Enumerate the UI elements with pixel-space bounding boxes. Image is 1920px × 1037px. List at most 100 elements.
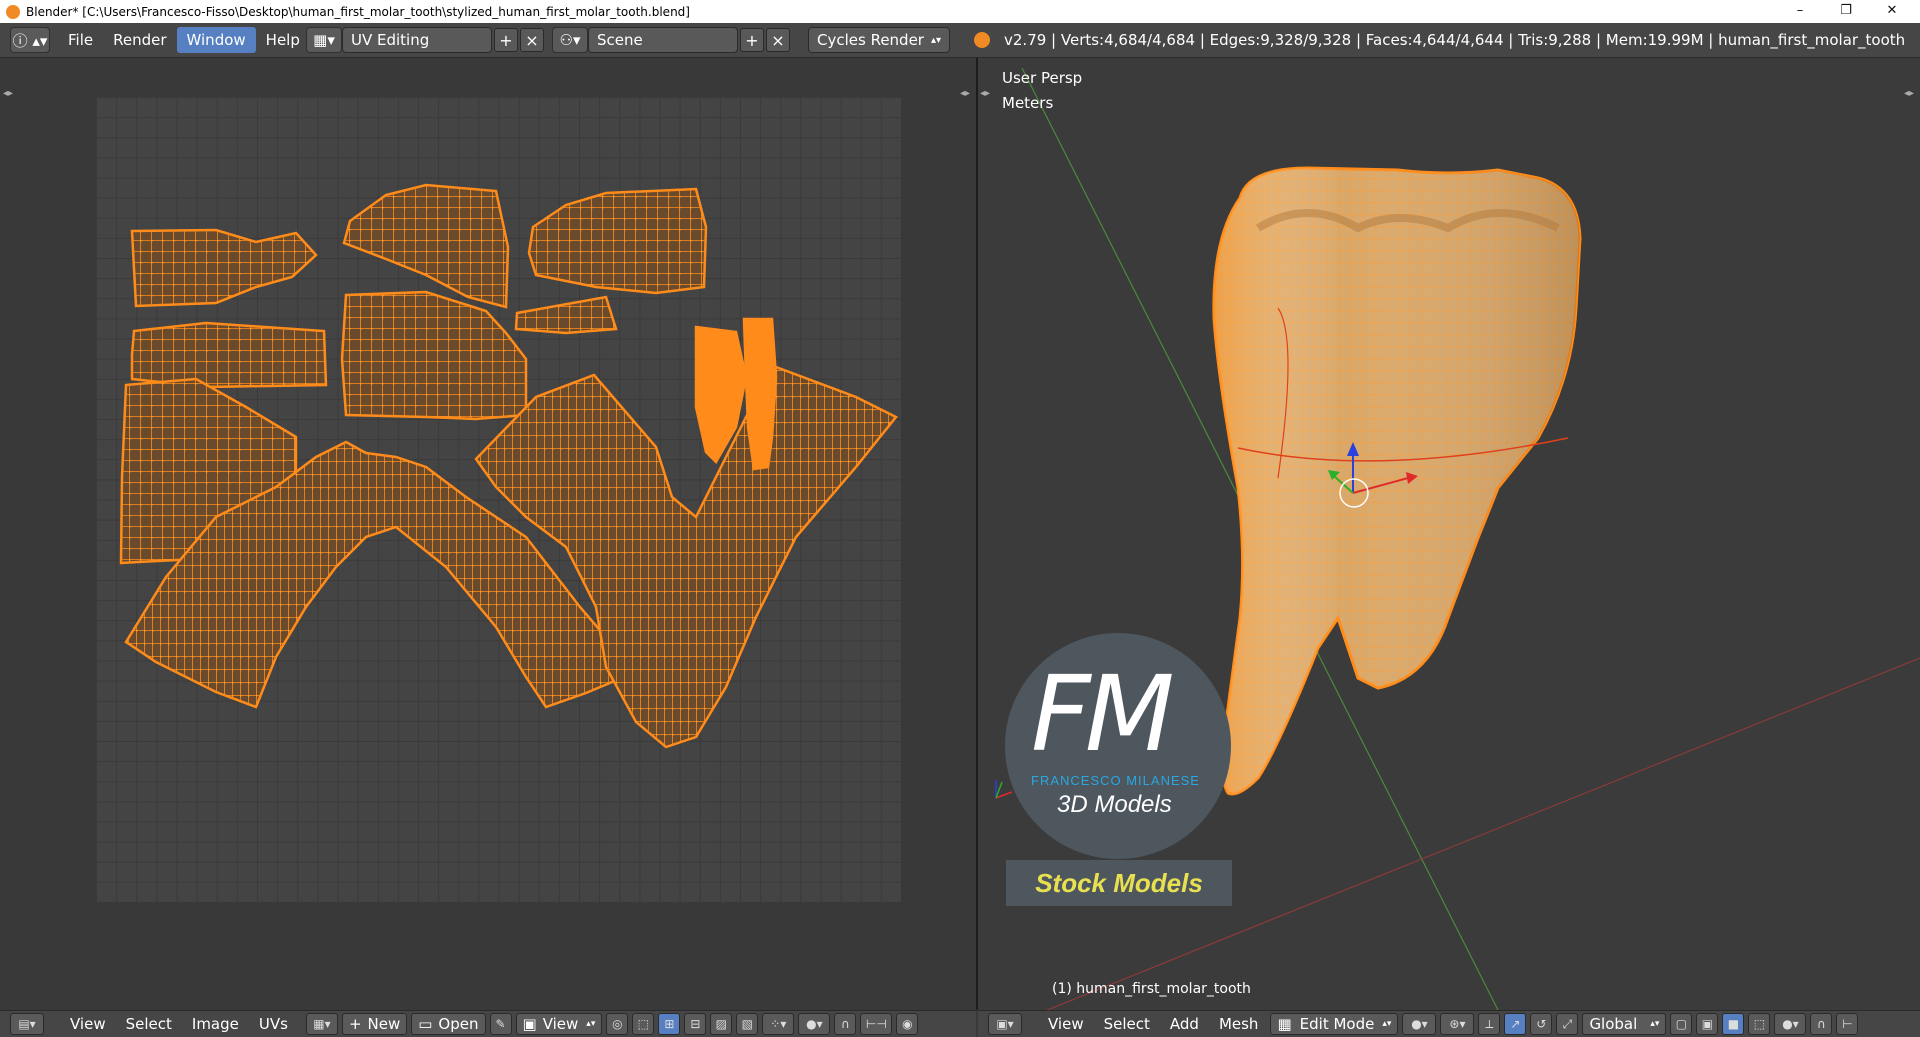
manipulator-toggle-icon[interactable]: ⟂ xyxy=(1478,1013,1501,1035)
scale-manipulator-icon[interactable]: ⤢ xyxy=(1556,1013,1579,1035)
scene-icon[interactable]: ⚇▾ xyxy=(552,27,588,53)
minimize-button[interactable]: – xyxy=(1777,0,1823,23)
edit-mode-icon: ▦ xyxy=(1277,1015,1292,1033)
editor-type-image-icon[interactable]: ▤▾ xyxy=(10,1013,44,1035)
chevron-updown-icon: ▴▾ xyxy=(1650,1019,1660,1029)
viewport-shading-icon[interactable]: ●▾ xyxy=(1402,1013,1437,1035)
uv-islands xyxy=(119,183,898,749)
rotate-manipulator-icon[interactable]: ↺ xyxy=(1530,1013,1553,1035)
image-browse-icon[interactable]: ▦▾ xyxy=(305,1013,338,1035)
view-name-label: User Persp xyxy=(1002,69,1083,87)
pivot-icon[interactable]: ◎ xyxy=(606,1013,629,1035)
watermark-subtitle: 3D Models xyxy=(1057,791,1172,818)
maximize-button[interactable]: ❐ xyxy=(1823,0,1869,23)
mini-axes xyxy=(995,780,1013,799)
menu-image[interactable]: Image xyxy=(182,1015,249,1033)
uv-grid[interactable] xyxy=(96,97,901,902)
vertex-select-icon[interactable]: ⊞ xyxy=(658,1013,681,1035)
render-engine-select[interactable]: Cycles Render ▴▾ xyxy=(808,27,950,53)
island-select-icon[interactable]: ▧ xyxy=(736,1013,759,1035)
snap-icon[interactable]: ∩ xyxy=(1810,1013,1833,1035)
render-engine-label: Cycles Render xyxy=(817,31,924,49)
main-menu: File Render Window Help xyxy=(58,27,310,53)
edge-select-icon[interactable]: ⊟ xyxy=(684,1013,707,1035)
chevron-updown-icon: ▴▾ xyxy=(586,1019,596,1029)
limit-selection-icon[interactable]: ⬚ xyxy=(1748,1013,1771,1035)
face-select-mode-icon[interactable]: ■ xyxy=(1722,1013,1745,1035)
active-object-label: (1) human_first_molar_tooth xyxy=(1052,981,1251,997)
watermark-logo: FM FRANCESCO MILANESE 3D Models xyxy=(1005,633,1231,859)
close-button[interactable]: ✕ xyxy=(1869,0,1915,23)
plus-icon: + xyxy=(348,1015,362,1033)
delete-screen-icon[interactable]: × xyxy=(520,28,544,52)
info-header: ⓘ ▴▾ File Render Window Help ▦▾ UV Editi… xyxy=(0,23,1920,58)
orientation-label: Global xyxy=(1589,1015,1638,1033)
transform-orientation-select[interactable]: Global ▴▾ xyxy=(1582,1013,1667,1035)
uv-image-editor[interactable]: ◂▸ ◂▸ xyxy=(0,58,976,1010)
3d-view-header: ▣▾ View Select Add Mesh ▦ Edit Mode ▴▾ ●… xyxy=(978,1010,1920,1037)
menu-help[interactable]: Help xyxy=(256,27,310,53)
window-title: Blender* [C:\Users\Francesco-Fisso\Deskt… xyxy=(26,4,690,19)
view-mode-icon: ▣ xyxy=(522,1015,537,1033)
snap-element-icon[interactable]: ⊢ xyxy=(1836,1013,1859,1035)
menu-render[interactable]: Render xyxy=(103,27,176,53)
menu-select[interactable]: Select xyxy=(116,1015,182,1033)
pin-icon[interactable]: ✎ xyxy=(489,1013,512,1035)
watermark-initials: FM xyxy=(1031,653,1175,775)
units-label: Meters xyxy=(1002,94,1054,112)
face-select-icon[interactable]: ▨ xyxy=(710,1013,733,1035)
add-scene-icon[interactable]: + xyxy=(740,28,764,52)
sticky-mode-icon[interactable]: ⁘▾ xyxy=(762,1013,795,1035)
stock-models-badge: Stock Models xyxy=(1006,860,1232,906)
toolbar-toggle-icon[interactable]: ◂▸ xyxy=(3,88,13,99)
watermark-name: FRANCESCO MILANESE xyxy=(1031,773,1200,788)
menu-file[interactable]: File xyxy=(58,27,103,53)
uv-island xyxy=(527,187,708,295)
menu-mesh[interactable]: Mesh xyxy=(1209,1015,1269,1033)
uv-editor-header: ▤▾ View Select Image UVs ▦▾ + New ▭ Open ✎… xyxy=(0,1010,976,1037)
window-title-bar: Blender* [C:\Users\Francesco-Fisso\Deskt… xyxy=(0,0,1920,23)
menu-select[interactable]: Select xyxy=(1094,1015,1160,1033)
chevron-updown-icon: ▴▾ xyxy=(1382,1019,1392,1029)
uv-island xyxy=(340,290,528,421)
proportional-edit-icon[interactable]: ●▾ xyxy=(798,1013,831,1035)
snap-icon[interactable]: ∩ xyxy=(834,1013,857,1035)
menu-uvs[interactable]: UVs xyxy=(249,1015,298,1033)
new-image-button[interactable]: + New xyxy=(341,1013,408,1035)
vertex-select-mode-icon[interactable]: ▢ xyxy=(1670,1013,1693,1035)
open-image-label: Open xyxy=(438,1015,479,1033)
screen-layout-icon[interactable]: ▦▾ xyxy=(306,27,342,53)
open-image-button[interactable]: ▭ Open xyxy=(411,1013,486,1035)
mode-label: Edit Mode xyxy=(1299,1015,1375,1033)
uv-island xyxy=(342,183,510,309)
view-mode-select[interactable]: ▣ View ▴▾ xyxy=(515,1013,603,1035)
sync-selection-icon[interactable]: ⬚ xyxy=(632,1013,655,1035)
menu-window[interactable]: Window xyxy=(176,27,256,53)
blender-logo-icon xyxy=(6,4,20,19)
scene-field[interactable]: Scene xyxy=(588,27,738,53)
snap-element-icon[interactable]: ⊢⊣ xyxy=(860,1013,893,1035)
proportional-edit-icon[interactable]: ●▾ xyxy=(1774,1013,1807,1035)
folder-icon: ▭ xyxy=(418,1015,433,1033)
stock-models-label: Stock Models xyxy=(1035,867,1203,898)
delete-scene-icon[interactable]: × xyxy=(766,28,790,52)
image-slot-icon[interactable]: ◉ xyxy=(896,1013,919,1035)
scene-stats: v2.79 | Verts:4,684/4,684 | Edges:9,328/… xyxy=(1004,31,1906,49)
add-screen-icon[interactable]: + xyxy=(494,28,518,52)
editor-type-3dview-icon[interactable]: ▣▾ xyxy=(988,1013,1022,1035)
menu-view[interactable]: View xyxy=(60,1015,116,1033)
edge-select-mode-icon[interactable]: ▣ xyxy=(1696,1013,1719,1035)
screen-layout-field[interactable]: UV Editing xyxy=(342,27,492,53)
toolbar-toggle-icon[interactable]: ◂▸ xyxy=(980,88,990,99)
uv-island xyxy=(130,321,328,389)
pivot-point-icon[interactable]: ⊛▾ xyxy=(1440,1013,1475,1035)
translate-manipulator-icon[interactable]: ↗ xyxy=(1504,1013,1527,1035)
menu-view[interactable]: View xyxy=(1038,1015,1094,1033)
properties-toggle-icon[interactable]: ◂▸ xyxy=(1904,88,1914,99)
editor-type-info-icon[interactable]: ⓘ ▴▾ xyxy=(10,27,50,53)
properties-toggle-icon[interactable]: ◂▸ xyxy=(960,88,970,99)
menu-add[interactable]: Add xyxy=(1160,1015,1209,1033)
chevron-updown-icon: ▴▾ xyxy=(930,34,941,46)
3d-viewport[interactable]: User Persp Meters ◂▸ ◂▸ FM FRANCESCO MIL… xyxy=(978,58,1920,1010)
mode-select[interactable]: ▦ Edit Mode ▴▾ xyxy=(1270,1013,1399,1035)
